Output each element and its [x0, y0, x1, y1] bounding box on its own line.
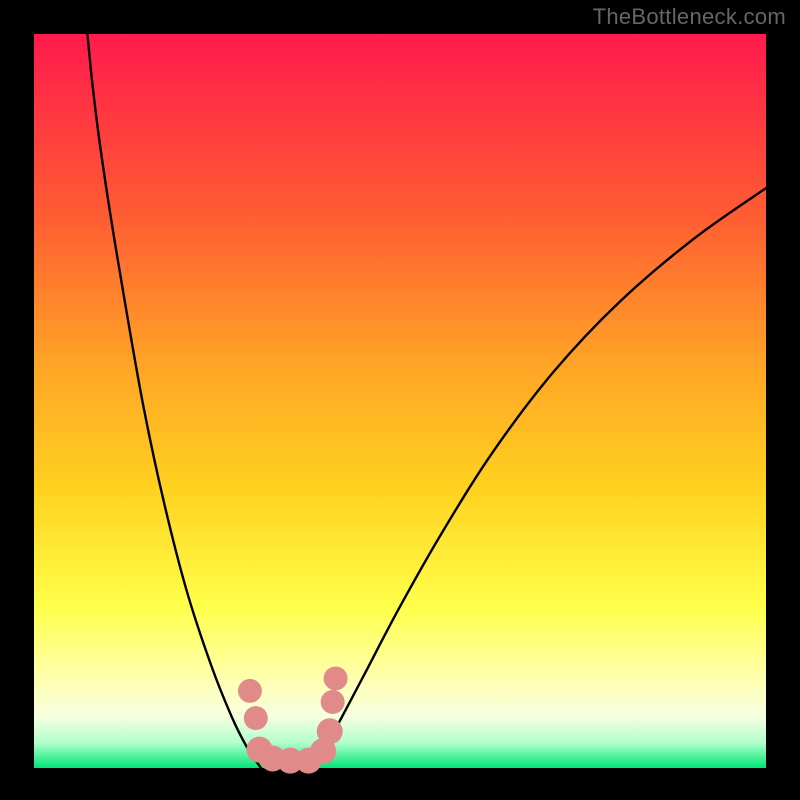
watermark-text: TheBottleneck.com: [593, 4, 786, 30]
trough-point: [321, 690, 345, 714]
chart-stage: TheBottleneck.com: [0, 0, 800, 800]
trough-point: [244, 706, 268, 730]
trough-point: [317, 718, 343, 744]
trough-point: [238, 679, 262, 703]
trough-point: [324, 666, 348, 690]
bottleneck-chart: [0, 0, 800, 800]
plot-background: [34, 34, 766, 768]
